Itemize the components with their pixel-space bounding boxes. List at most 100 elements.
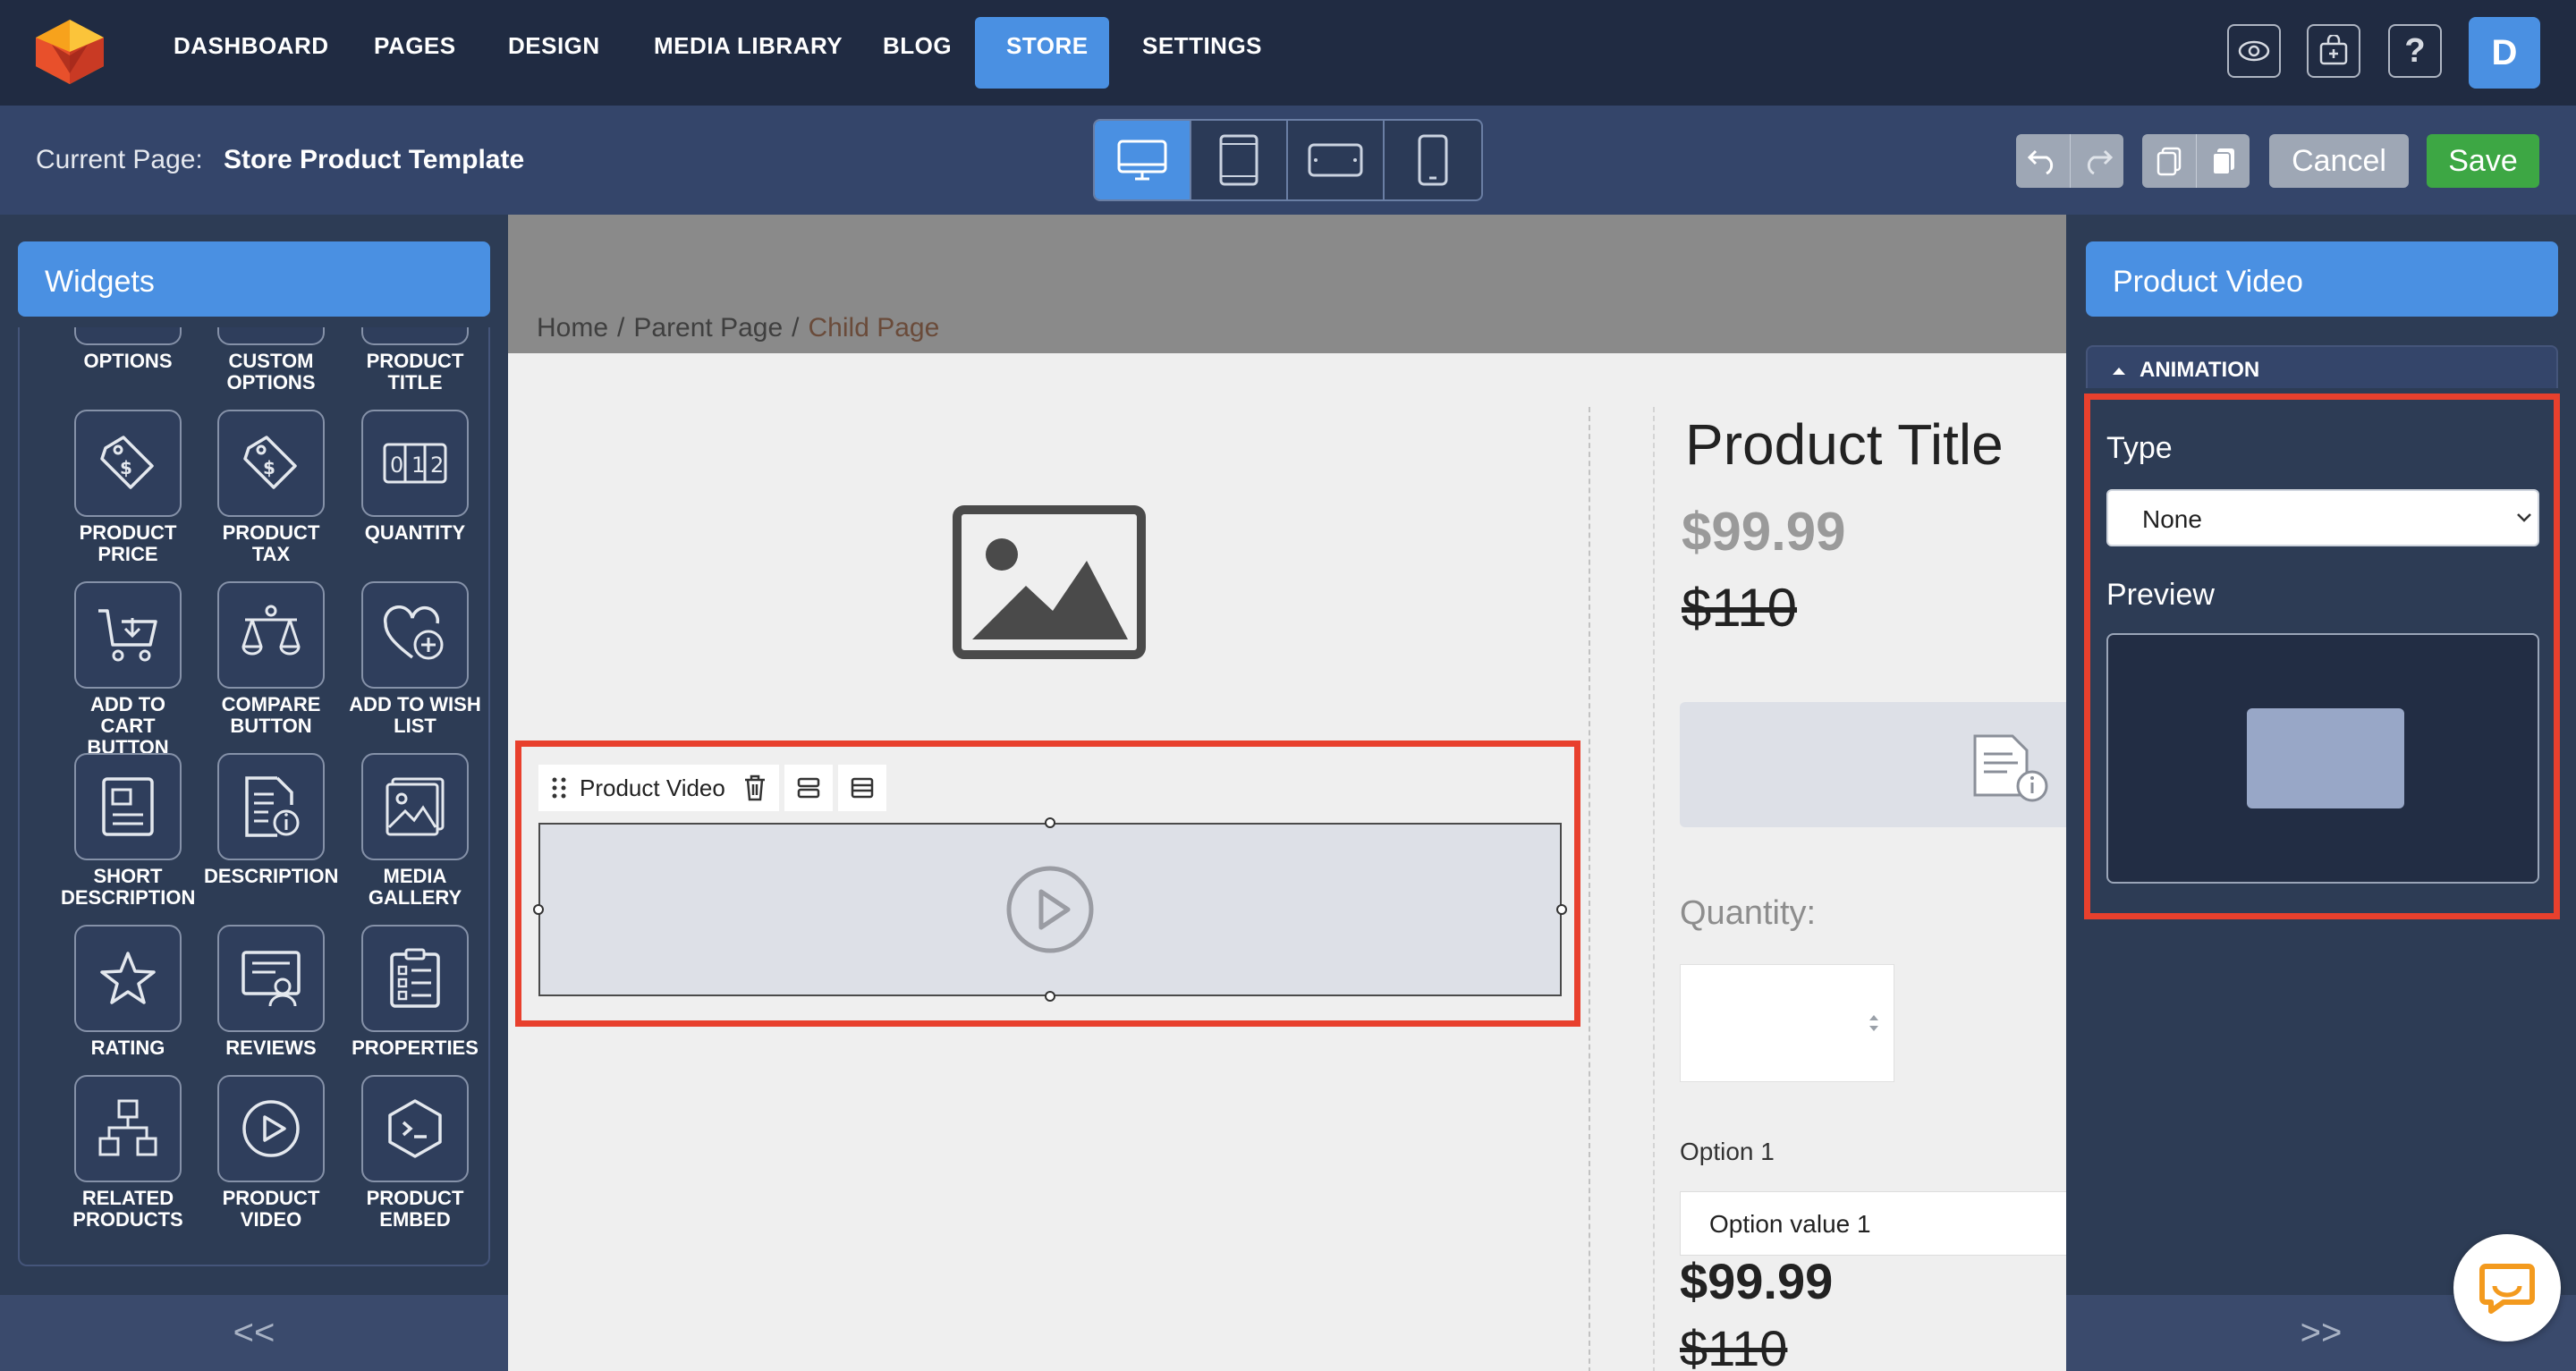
paste-icon [2211,148,2234,175]
widget-product-embed[interactable]: PRODUCT EMBED [348,1075,482,1231]
section-icon [851,777,874,799]
widget-related-products[interactable]: RELATED PRODUCTS [61,1075,195,1231]
widget-toolbar-layout[interactable] [784,765,833,811]
widget-rating[interactable]: RATING [61,925,195,1059]
video-play-icon[interactable] [1005,865,1095,954]
product-info-widget[interactable] [1680,702,2066,827]
paste-button[interactable] [2196,134,2250,188]
option-select[interactable]: Option value 1 [1680,1191,2066,1256]
star-icon [100,952,156,1004]
properties-panel: Product Video ANIMATION Type None Previe… [2066,215,2576,1371]
animation-type-value: None [2142,505,2202,533]
heart-plus-icon [383,605,444,660]
nav-blog[interactable]: BLOG [883,32,952,60]
resize-handle-right[interactable] [1556,904,1567,915]
product-image-placeholder-icon[interactable] [953,505,1146,659]
widget-product-price[interactable]: $ PRODUCT PRICE [61,410,195,565]
nav-pages[interactable]: PAGES [374,32,456,60]
device-switcher [1093,119,1483,201]
widget-reviews[interactable]: REVIEWS [204,925,338,1059]
device-tablet-landscape-button[interactable] [1288,121,1385,199]
avatar[interactable]: D [2469,17,2540,89]
widget-properties[interactable]: PROPERTIES [348,925,482,1059]
copy-button[interactable] [2142,134,2196,188]
save-button[interactable]: Save [2427,134,2539,188]
nav-media-library[interactable]: MEDIA LIBRARY [654,32,843,60]
widget-quantity[interactable]: 012 QUANTITY [348,410,482,544]
logo-icon[interactable] [34,18,106,86]
collapse-left-button[interactable]: << [0,1295,508,1371]
widget-custom-options[interactable]: CUSTOM OPTIONS [204,327,338,394]
store-button[interactable] [2307,24,2360,78]
nav-design[interactable]: DESIGN [508,32,600,60]
gallery-icon [386,777,445,836]
device-tablet-button[interactable] [1191,121,1288,199]
svg-text:$: $ [263,457,275,478]
svg-text:$: $ [120,457,132,478]
widget-short-description[interactable]: SHORT DESCRIPTION [61,753,195,909]
product-old-price-secondary: $110 [1680,1320,1788,1371]
device-mobile-button[interactable] [1385,121,1481,199]
widget-toolbar-label: Product Video [580,774,725,801]
document-info-icon [1973,734,2048,802]
widget-add-to-wish-list[interactable]: ADD TO WISH LIST [348,581,482,737]
product-title: Product Title [1685,412,2004,477]
resize-handle-bottom[interactable] [1045,991,1055,1002]
editor-toolbar: Current Page: Store Product Template Can… [0,106,2576,215]
animation-section-toggle[interactable]: ANIMATION [2086,345,2558,388]
quantity-label: Quantity: [1680,894,1817,932]
widget-media-gallery[interactable]: MEDIA GALLERY [348,753,482,909]
help-button[interactable]: ? [2388,24,2442,78]
preview-button[interactable] [2227,24,2281,78]
caret-up-icon [2113,367,2125,375]
drag-handle-icon[interactable] [551,776,567,800]
animation-section-label: ANIMATION [2140,358,2260,382]
widget-product-video[interactable]: PRODUCT VIDEO [204,1075,338,1231]
short-description-icon [102,777,154,836]
cancel-button[interactable]: Cancel [2269,134,2409,188]
redo-button[interactable] [2070,134,2123,188]
widget-description[interactable]: DESCRIPTION [204,753,338,887]
widget-toolbar-section[interactable] [837,765,886,811]
nav-settings[interactable]: SETTINGS [1142,32,1262,60]
widget-compare[interactable]: COMPARE BUTTON [204,581,338,737]
rows-icon [797,777,820,799]
nav-dashboard[interactable]: DASHBOARD [174,32,329,60]
svg-text:1: 1 [411,453,425,478]
widget-add-to-cart[interactable]: ADD TO CART BUTTON [61,581,195,758]
widget-toolbar: Product Video [538,765,886,811]
desktop-icon [1117,140,1167,181]
breadcrumb-home[interactable]: Home [537,313,608,343]
tablet-landscape-icon [1308,143,1363,177]
type-label: Type [2106,431,2173,465]
widget-product-title[interactable]: PRODUCT TITLE [348,327,482,394]
device-desktop-button[interactable] [1095,121,1191,199]
embed-icon [388,1099,442,1158]
trash-icon[interactable] [743,774,767,801]
nav-store[interactable]: STORE [1006,32,1089,60]
product-video-widget[interactable] [538,823,1562,996]
option-label: Option 1 [1680,1138,1775,1165]
breadcrumb-parent[interactable]: Parent Page [633,313,783,343]
quantity-icon: 012 [383,443,447,484]
animation-preview-box [2247,708,2404,808]
resize-handle-left[interactable] [533,904,544,915]
stepper-arrows-icon[interactable] [1867,1011,1881,1035]
custom-options-icon [217,327,325,345]
animation-type-select[interactable]: None [2106,489,2539,546]
preview-label: Preview [2106,578,2215,612]
chat-button[interactable] [2453,1234,2561,1341]
resize-handle-top[interactable] [1045,817,1055,828]
widget-options[interactable]: OPTIONS [61,327,195,372]
cart-icon [98,609,157,662]
breadcrumb-current: Child Page [808,313,940,343]
store-add-icon [2319,35,2348,65]
page-canvas[interactable]: Home / Parent Page / Child Page Product Vide… [508,215,2066,1371]
undo-button[interactable] [2016,134,2070,188]
quantity-input[interactable] [1680,964,1894,1082]
widget-product-tax[interactable]: $ PRODUCT TAX [204,410,338,565]
svg-text:0: 0 [390,453,403,478]
product-price: $99.99 [1682,502,1846,562]
widgets-list[interactable]: OPTIONS CUSTOM OPTIONS PRODUCT TITLE $ P… [18,327,490,1266]
page-header: Home / Parent Page / Child Page [508,215,2066,353]
